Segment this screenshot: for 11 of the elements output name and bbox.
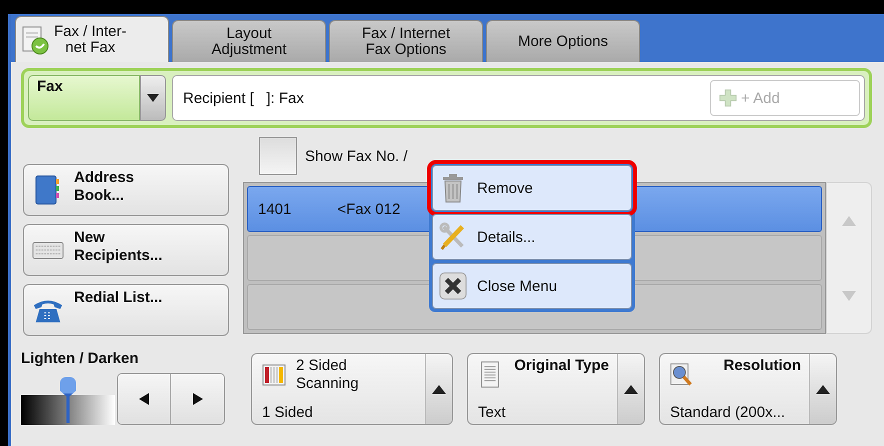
recipient-name: <Fax 012 xyxy=(337,200,400,218)
feature-value: Text xyxy=(478,404,507,421)
feature-title: Resolution xyxy=(722,357,801,375)
feature-value: 1 Sided xyxy=(262,404,314,421)
feature-title: 2 Sided Scanning xyxy=(296,357,359,393)
lighten-darken-label: Lighten / Darken xyxy=(21,350,140,367)
feature-value: Standard (200x... xyxy=(670,404,786,421)
feature-title: Original Type xyxy=(513,357,609,375)
fax-number: 1401 xyxy=(258,200,292,218)
recipient-text: Recipient [ ]: Fax xyxy=(183,90,304,106)
checkbox-label: Show Fax No. / xyxy=(305,148,408,164)
